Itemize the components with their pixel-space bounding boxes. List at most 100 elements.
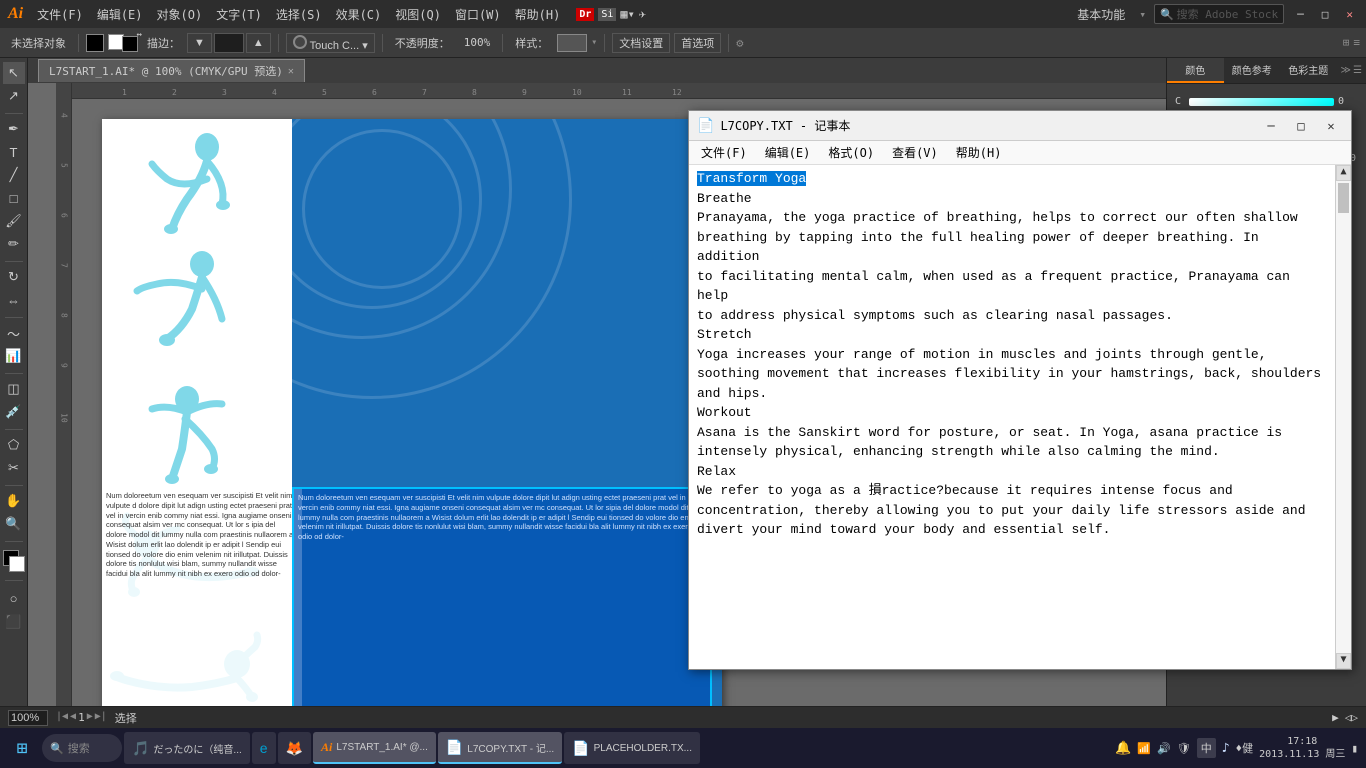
left-text-box[interactable]: Num doloreetum ven esequam ver suscipist… — [102, 487, 302, 728]
np-menu-view[interactable]: 查看(V) — [884, 142, 946, 163]
deco-circle-1 — [292, 119, 512, 339]
scrollbar-track[interactable] — [1336, 181, 1351, 653]
notification-icon[interactable]: 🔔 — [1115, 741, 1131, 756]
type-tool[interactable]: T — [3, 141, 25, 163]
tab-close-button[interactable]: ✕ — [288, 66, 294, 77]
taskbar-music[interactable]: 🎵 だったのに（纯音... — [124, 732, 250, 764]
menu-view[interactable]: 视图(Q) — [389, 4, 447, 25]
menu-object[interactable]: 对象(O) — [151, 4, 209, 25]
last-page-btn[interactable]: ▶| — [95, 711, 107, 724]
wifi-icon[interactable]: 📶 — [1137, 742, 1151, 755]
notepad-taskbar-icon: 📄 — [446, 739, 463, 756]
blue-text-box[interactable]: Num doloreetum ven esequam ver suscipist… — [292, 487, 712, 728]
taskbar-placeholder-label: PLACEHOLDER.TX... — [594, 743, 692, 754]
artboard[interactable]: Num doloreetum ven esequam ver suscipist… — [102, 119, 722, 728]
document-settings[interactable]: 文档设置 — [612, 33, 670, 53]
minimize-button[interactable]: ─ — [1292, 6, 1309, 23]
next-page-btn[interactable]: ▶ — [87, 711, 93, 724]
menu-file[interactable]: 文件(F) — [31, 4, 89, 25]
scissors-tool[interactable]: ✂ — [3, 457, 25, 479]
taskbar-notepad[interactable]: 📄 L7COPY.TXT - 记... — [438, 732, 562, 764]
workspace-selector[interactable]: 基本功能 — [1071, 4, 1131, 25]
np-menu-format[interactable]: 格式(O) — [820, 142, 882, 163]
taskbar-ai[interactable]: Ai L7START_1.AI* @... — [313, 732, 436, 764]
zoom-input[interactable] — [8, 710, 48, 726]
c-slider[interactable] — [1189, 98, 1334, 106]
scrollbar-thumb[interactable] — [1338, 183, 1349, 213]
paintbrush-tool[interactable]: 🖌 — [3, 210, 25, 232]
taskbar-placeholder[interactable]: 📄 PLACEHOLDER.TX... — [564, 732, 700, 764]
shape-tool[interactable]: □ — [3, 187, 25, 209]
taskbar-search[interactable]: 🔍 搜索 — [42, 734, 122, 762]
color-ref-tab[interactable]: 颜色参考 — [1224, 58, 1281, 83]
notepad-titlebar: 📄 L7COPY.TXT - 记事本 ─ □ ✕ — [689, 111, 1351, 141]
menu-text[interactable]: 文字(T) — [210, 4, 268, 25]
toolbar-options[interactable]: ⚙ — [736, 36, 743, 50]
start-button[interactable]: ⊞ — [4, 730, 40, 766]
svg-text:4: 4 — [272, 88, 277, 97]
stroke-value[interactable] — [214, 33, 244, 53]
line-tool[interactable]: ╱ — [3, 164, 25, 186]
color-swatches[interactable] — [3, 550, 25, 572]
document-tab[interactable]: L7START_1.AI* @ 100% (CMYK/GPU 预选) ✕ — [38, 59, 305, 82]
hand-tool[interactable]: ✋ — [3, 490, 25, 512]
np-menu-file[interactable]: 文件(F) — [693, 142, 755, 163]
gradient-tool[interactable]: ◫ — [3, 378, 25, 400]
stroke-decrease[interactable]: ▼ — [187, 33, 212, 53]
menu-effect[interactable]: 效果(C) — [330, 4, 388, 25]
selection-tool[interactable]: ↖ — [3, 62, 25, 84]
notepad-text-area[interactable]: Transform Yoga Breathe Pranayama, the yo… — [689, 165, 1335, 669]
pencil-tool[interactable]: ✏ — [3, 233, 25, 255]
notepad-close[interactable]: ✕ — [1319, 114, 1343, 138]
volume-icon[interactable]: 🔊 — [1157, 742, 1171, 755]
touch-type[interactable]: Touch C... ▾ — [286, 33, 375, 53]
taskbar-ime-icon[interactable]: 中 — [1197, 738, 1216, 758]
more-options-icon[interactable]: ≡ — [1353, 36, 1360, 49]
taskbar-ie[interactable]: e — [252, 732, 276, 764]
stroke-increase[interactable]: ▲ — [246, 33, 271, 53]
notepad-title: L7COPY.TXT - 记事本 — [720, 117, 1253, 134]
column-graph-tool[interactable]: 📊 — [3, 345, 25, 367]
show-desktop[interactable]: ▮ — [1351, 742, 1358, 755]
menu-help[interactable]: 帮助(H) — [509, 4, 567, 25]
zoom-tool[interactable]: 🔍 — [3, 513, 25, 535]
pen-tool[interactable]: ✒ — [3, 118, 25, 140]
transform-tools: ↻ ⇔ — [3, 266, 25, 311]
taskbar-firefox[interactable]: 🦊 — [278, 732, 311, 764]
screen-mode[interactable]: ⬛ — [3, 611, 25, 633]
color-theme-tab[interactable]: 色彩主题 — [1280, 58, 1337, 83]
close-button[interactable]: ✕ — [1341, 6, 1358, 23]
scrollbar-up[interactable]: ▲ — [1336, 165, 1351, 181]
notepad-minimize[interactable]: ─ — [1259, 114, 1283, 138]
background-color[interactable] — [9, 556, 25, 572]
reflect-tool[interactable]: ⇔ — [3, 289, 25, 311]
warp-tool[interactable]: 〜 — [3, 322, 25, 344]
rotate-tool[interactable]: ↻ — [3, 266, 25, 288]
menu-select[interactable]: 选择(S) — [270, 4, 328, 25]
antivirus-icon[interactable]: 🛡 — [1177, 742, 1191, 755]
prev-page-btn[interactable]: ◀ — [70, 711, 76, 724]
panel-menu[interactable]: ☰ — [1353, 65, 1362, 76]
menu-window[interactable]: 窗口(W) — [449, 4, 507, 25]
restore-button[interactable]: □ — [1317, 6, 1334, 23]
arrange-icon[interactable]: ⊞ — [1343, 36, 1350, 49]
eyedropper-tool[interactable]: 💉 — [3, 401, 25, 423]
right-panel-tabs: 颜色 颜色参考 色彩主题 ≫ ☰ — [1167, 58, 1366, 84]
style-swatch[interactable] — [557, 34, 587, 52]
panel-expand[interactable]: ≫ — [1341, 65, 1351, 76]
taskbar-notepad-label: L7COPY.TXT - 记... — [467, 740, 554, 755]
fill-swatch[interactable] — [86, 34, 104, 52]
notepad-restore[interactable]: □ — [1289, 114, 1313, 138]
first-page-btn[interactable]: |◀ — [56, 711, 68, 724]
np-menu-edit[interactable]: 编辑(E) — [757, 142, 819, 163]
direct-selection-tool[interactable]: ↗ — [3, 85, 25, 107]
scrollbar-down[interactable]: ▼ — [1336, 653, 1351, 669]
menu-edit[interactable]: 编辑(E) — [91, 4, 149, 25]
blend-tool[interactable]: ⬠ — [3, 434, 25, 456]
clock[interactable]: 17:18 2013.11.13 周三 — [1259, 735, 1345, 761]
preferences-button[interactable]: 首选项 — [674, 33, 721, 53]
color-tab[interactable]: 颜色 — [1167, 58, 1224, 83]
np-menu-help[interactable]: 帮助(H) — [948, 142, 1010, 163]
svg-text:9: 9 — [60, 363, 69, 368]
drawing-mode[interactable]: ○ — [3, 587, 25, 609]
